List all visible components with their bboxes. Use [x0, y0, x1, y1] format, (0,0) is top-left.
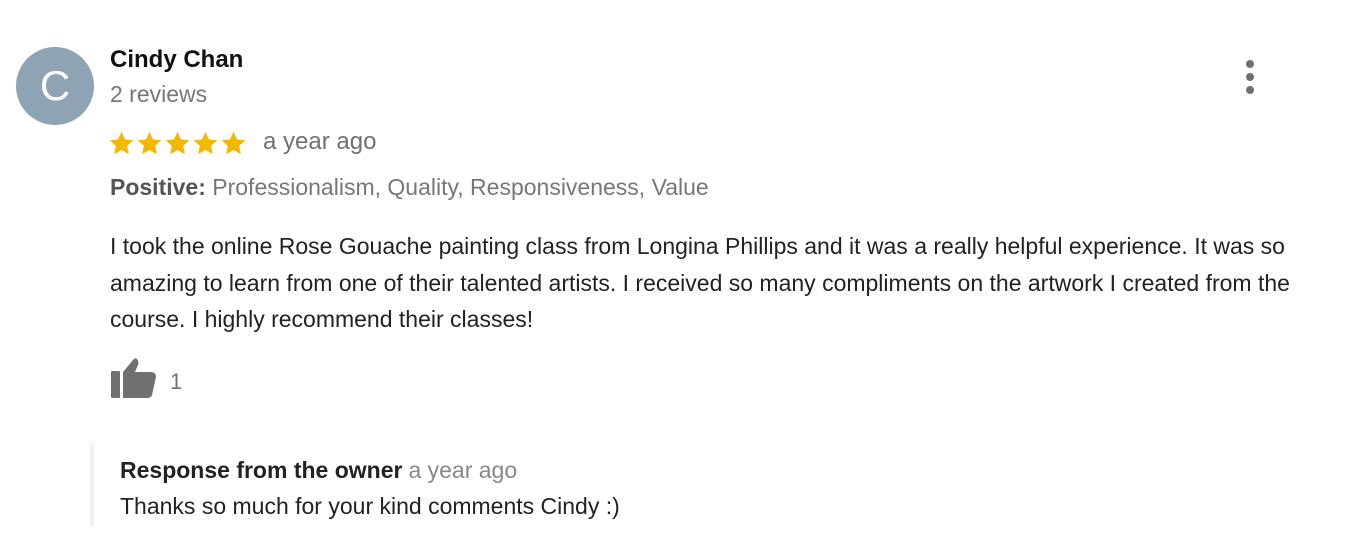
owner-response-date: a year ago: [408, 457, 518, 483]
reviewer-name[interactable]: Cindy Chan: [110, 46, 243, 74]
avatar[interactable]: C: [16, 47, 94, 125]
like-button[interactable]: [108, 356, 160, 404]
owner-response-title: Response from the owner: [120, 457, 403, 483]
star-icon: [165, 131, 190, 154]
more-vertical-icon-dot: [1246, 86, 1254, 94]
review-attributes: Positive: Professionalism, Quality, Resp…: [110, 174, 709, 201]
review-date: a year ago: [263, 128, 377, 155]
like-count: 1: [170, 369, 183, 394]
review-text: I took the online Rose Gouache painting …: [110, 233, 1290, 332]
star-icon: [109, 131, 134, 154]
more-vertical-icon: [1246, 60, 1254, 68]
attributes-label: Positive:: [110, 174, 206, 200]
star-icon: [137, 131, 162, 154]
owner-response: Response from the owner a year ago Thanks…: [90, 444, 794, 526]
more-vertical-icon-dot: [1246, 73, 1254, 81]
thumbs-up-icon: [111, 358, 156, 398]
star-icon: [221, 131, 246, 154]
reviewer-reviews-count[interactable]: 2 reviews: [110, 81, 207, 108]
owner-response-text: Thanks so much for your kind comments Ci…: [120, 493, 620, 519]
attributes-values: Professionalism, Quality, Responsiveness…: [212, 174, 709, 200]
star-rating: [108, 121, 247, 165]
more-options-button[interactable]: [1236, 56, 1264, 96]
star-icon: [193, 131, 218, 154]
owner-response-header: Response from the owner a year ago: [120, 457, 517, 484]
